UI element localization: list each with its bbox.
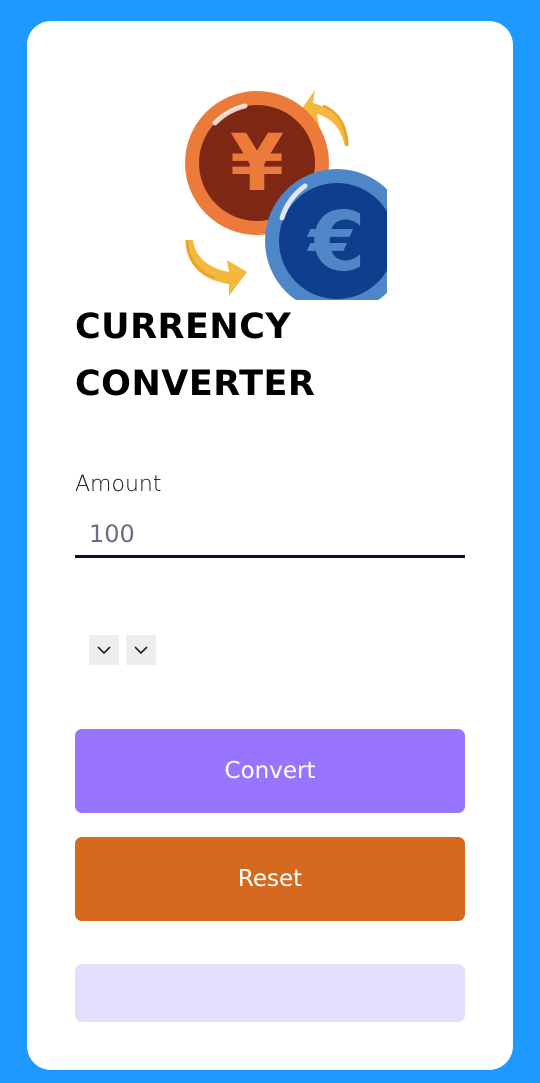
- reset-button-label: Reset: [237, 866, 303, 892]
- euro-symbol: €: [306, 195, 365, 290]
- currency-exchange-icon: ¥ €: [185, 90, 387, 300]
- arrow-bottom-icon: [185, 239, 247, 296]
- converter-card: ¥ € CURRENCY CONVERTER Amount Convert Re…: [27, 21, 513, 1070]
- from-currency-select[interactable]: [89, 635, 119, 665]
- page-title: CURRENCY CONVERTER: [75, 299, 475, 413]
- title-line-1: CURRENCY: [75, 307, 292, 347]
- yen-symbol: ¥: [230, 119, 284, 209]
- chevron-down-icon: [134, 645, 148, 654]
- amount-label: Amount: [75, 472, 162, 497]
- amount-input[interactable]: [75, 513, 465, 558]
- convert-button[interactable]: Convert: [75, 729, 465, 813]
- to-currency-select[interactable]: [126, 635, 156, 665]
- result-box: [75, 964, 465, 1022]
- chevron-down-icon: [97, 645, 111, 654]
- reset-button[interactable]: Reset: [75, 837, 465, 921]
- title-line-2: CONVERTER: [75, 364, 316, 404]
- convert-button-label: Convert: [224, 758, 316, 784]
